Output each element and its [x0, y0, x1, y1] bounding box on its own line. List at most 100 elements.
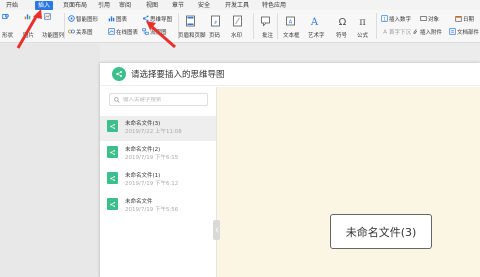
- formula-label: 公式: [357, 33, 369, 39]
- file-item[interactable]: 未命名文件 2019/7/19 下午5:56: [100, 194, 216, 219]
- paperclip-icon: [412, 28, 419, 35]
- file-name: 未命名文件: [125, 199, 153, 205]
- insert-number-button[interactable]: 1 插入数字: [381, 14, 411, 23]
- mindmap-logo-icon: [112, 67, 126, 81]
- tab-security[interactable]: 安全: [198, 1, 210, 10]
- object-button[interactable]: 对象: [420, 14, 439, 23]
- header-footer-button[interactable]: [181, 14, 199, 28]
- tab-chapter[interactable]: 章节: [172, 1, 184, 10]
- tab-developer[interactable]: 开发工具: [225, 1, 249, 10]
- date-button[interactable]: 日期: [455, 14, 474, 23]
- file-date: 2019/7/19 下午6:12: [125, 181, 179, 187]
- first-letter-label: 首字下沉: [389, 29, 412, 36]
- comment-label: 批注: [262, 33, 274, 39]
- comment-button[interactable]: [256, 14, 274, 28]
- watermark-icon: [232, 15, 242, 27]
- tab-insert[interactable]: 插入: [35, 1, 54, 10]
- date-label: 日期: [463, 16, 475, 23]
- tab-review[interactable]: 审阅: [119, 1, 131, 10]
- smartart-label: 智能图形: [76, 16, 99, 23]
- file-date: 2019/7/22 上午11:08: [125, 129, 182, 135]
- search-input[interactable]: [122, 96, 207, 103]
- doc-parts-button[interactable]: 文档部件: [449, 27, 479, 36]
- mindmap-file-icon: [107, 120, 118, 132]
- mindmap-icon: [142, 15, 149, 22]
- file-date: 2019/7/19 下午6:15: [125, 155, 179, 161]
- tab-home[interactable]: 开始: [6, 1, 18, 10]
- mindmap-button[interactable]: 思维导图: [142, 14, 172, 23]
- wordart-button[interactable]: A: [305, 14, 323, 28]
- page-number-button[interactable]: #: [206, 14, 224, 28]
- textbox-label: 文本框: [283, 33, 300, 39]
- file-name: 未命名文件(2): [125, 147, 161, 153]
- smartart-button[interactable]: 智能图形: [68, 14, 98, 23]
- svg-text:A: A: [309, 17, 318, 27]
- mindmap-file-icon: [107, 146, 118, 158]
- attachment-button[interactable]: 插入附件: [412, 27, 442, 36]
- chart-label: 图表: [116, 16, 128, 23]
- chart-text-button[interactable]: 图表: [108, 14, 127, 23]
- formula-button[interactable]: π: [353, 14, 371, 28]
- smartart-icon: [68, 15, 75, 22]
- menu-bar: 开始 插入 页面布局 引用 审阅 视图 章节 安全 开发工具 特色应用: [0, 0, 480, 10]
- shape-button[interactable]: [2, 12, 10, 21]
- textbox-icon: A: [285, 16, 295, 26]
- first-letter-button[interactable]: A 首字下沉: [381, 27, 411, 36]
- flowchart-button[interactable]: 流程图: [142, 27, 167, 36]
- header-footer-icon: [185, 15, 195, 27]
- online-chart-button[interactable]: 在线图表: [108, 27, 138, 36]
- ribbon-divider: [64, 13, 65, 39]
- watermark-button[interactable]: [228, 14, 246, 28]
- flowchart-label: 流程图: [150, 29, 167, 36]
- tab-references[interactable]: 引用: [98, 1, 110, 10]
- file-name: 未命名文件(1): [125, 173, 161, 179]
- textbox-button[interactable]: A: [281, 14, 299, 28]
- mindmap-label: 思维导图: [150, 16, 173, 23]
- svg-text:A: A: [288, 20, 292, 26]
- bar-chart-icon: [108, 15, 115, 22]
- tab-page-layout[interactable]: 页面布局: [63, 1, 87, 10]
- online-chart-label: 在线图表: [116, 29, 139, 36]
- tab-view[interactable]: 视图: [146, 1, 158, 10]
- insert-mindmap-dialog: 请选择要插入的思维导图 未命名文件(3) 2019/7/22 上午11:08 未…: [100, 63, 480, 277]
- watermark-label: 水印: [231, 33, 243, 39]
- function-chart-label: 功能图列: [42, 33, 65, 39]
- search-box[interactable]: [109, 93, 208, 106]
- tab-special[interactable]: 特色应用: [262, 1, 286, 10]
- function-chart-button[interactable]: [44, 12, 52, 21]
- wordart-label: 艺术字: [308, 33, 325, 39]
- symbol-icon: Ω: [338, 17, 346, 27]
- file-name: 未命名文件(3): [125, 121, 161, 127]
- symbol-button[interactable]: Ω: [333, 14, 351, 28]
- svg-text:π: π: [359, 17, 366, 27]
- file-date: 2019/7/19 下午5:56: [125, 207, 179, 213]
- comment-icon: [260, 16, 270, 27]
- page-number-label: 页码: [209, 33, 221, 39]
- insert-number-icon: 1: [381, 15, 388, 22]
- attachment-label: 插入附件: [420, 29, 443, 36]
- online-chart-icon: [108, 28, 115, 35]
- relation-button[interactable]: 关系图: [68, 27, 93, 36]
- shape-label: 形状: [2, 33, 14, 39]
- document-background: [0, 44, 100, 277]
- mindmap-file-icon: [107, 198, 118, 210]
- wordart-icon: A: [309, 17, 318, 27]
- flowchart-icon: [142, 28, 149, 35]
- calendar-icon: [455, 15, 462, 22]
- collapse-panel-handle[interactable]: [213, 220, 220, 240]
- formula-icon: π: [359, 17, 366, 27]
- function-chart-icon: [44, 13, 51, 20]
- header-footer-label: 页眉和页脚: [178, 33, 206, 39]
- file-item[interactable]: 未命名文件(3) 2019/7/22 上午11:08: [100, 116, 216, 141]
- svg-text:A: A: [383, 30, 387, 35]
- file-item[interactable]: 未命名文件(2) 2019/7/19 下午6:15: [100, 142, 216, 167]
- insert-number-label: 插入数字: [389, 16, 412, 23]
- chart-button[interactable]: [24, 12, 32, 21]
- search-icon: [114, 96, 120, 103]
- file-item[interactable]: 未命名文件(1) 2019/7/19 下午6:12: [100, 168, 216, 193]
- object-label: 对象: [428, 16, 440, 23]
- mindmap-root-node[interactable]: 未命名文件(3): [330, 214, 432, 249]
- relation-label: 关系图: [76, 29, 93, 36]
- chevron-left-icon: [215, 227, 218, 233]
- mindmap-file-icon: [107, 172, 118, 184]
